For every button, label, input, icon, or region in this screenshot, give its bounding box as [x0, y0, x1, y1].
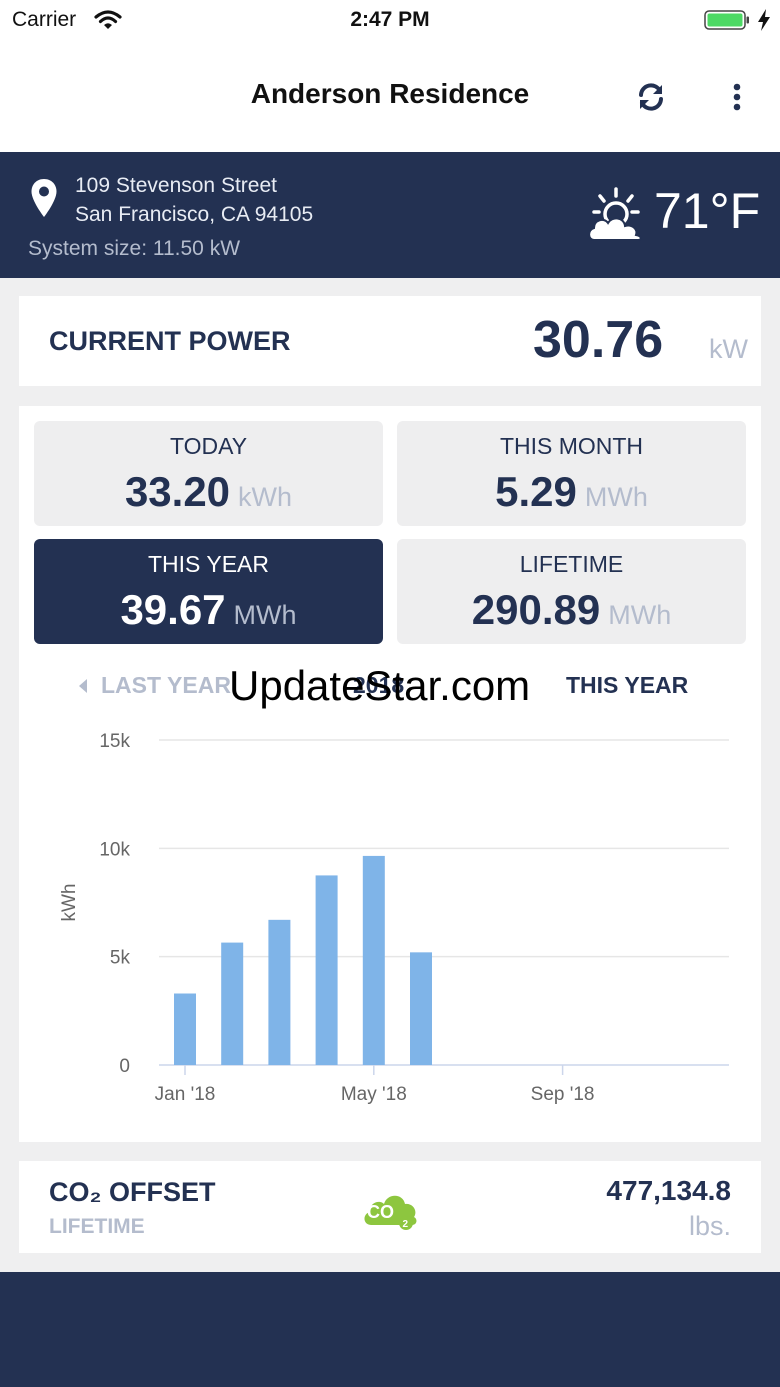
current-power-card: CURRENT POWER 30.76 kW [19, 296, 761, 386]
nav-bar: Anderson Residence [0, 40, 780, 152]
tile-this-year[interactable]: THIS YEAR 39.67 MWh [34, 539, 383, 644]
current-power-label: CURRENT POWER [49, 326, 291, 356]
tile-label: LIFETIME [519, 551, 624, 577]
y-tick-label: 15k [99, 731, 130, 752]
tile-value: 290.89 [471, 586, 601, 633]
location-banner: 109 Stevenson Street San Francisco, CA 9… [0, 152, 780, 278]
tile-unit: MWh [608, 600, 672, 630]
address-line-1: 109 Stevenson Street [75, 174, 277, 197]
chart-bar [315, 875, 338, 1065]
x-tick-label: Jan '18 [155, 1084, 216, 1105]
temperature: 71°F [654, 183, 761, 239]
this-year-button[interactable]: THIS YEAR [566, 672, 688, 699]
status-time: 2:47 PM [350, 8, 430, 31]
tile-today[interactable]: TODAY 33.20 kWh [34, 421, 383, 526]
refresh-button[interactable] [632, 78, 670, 116]
y-tick-label: 5k [110, 948, 131, 969]
chart-bar [362, 855, 385, 1065]
tile-unit: MWh [233, 600, 297, 630]
tile-unit: MWh [584, 482, 648, 512]
y-tick-label: 10k [99, 839, 130, 860]
energy-stats-card: TODAY 33.20 kWh THIS MONTH 5.29 MWh THIS Y… [19, 406, 761, 1142]
co2-offset-label: CO₂ OFFSET [49, 1177, 216, 1207]
x-tick-label: Sep '18 [531, 1084, 595, 1105]
current-power-unit: kW [709, 334, 748, 364]
co2-offset-card: CO₂ OFFSET LIFETIME CO 2 477,134.8 lbs. [19, 1161, 761, 1253]
chart-bar [410, 952, 432, 1065]
footer-bar [0, 1272, 780, 1387]
y-axis-label: kWh [59, 884, 80, 922]
current-power-value: 30.76 [533, 311, 664, 369]
co2-icon-subscript: 2 [403, 1219, 409, 1230]
refresh-icon [639, 83, 663, 111]
last-year-button[interactable]: LAST YEAR [101, 672, 231, 699]
tile-this-month[interactable]: THIS MONTH 5.29 MWh [397, 421, 746, 526]
tile-unit: kWh [238, 482, 293, 512]
more-options-button[interactable] [722, 78, 752, 116]
co2-offset-unit: lbs. [688, 1211, 731, 1241]
more-vertical-icon [733, 83, 741, 111]
chevron-left-icon[interactable] [77, 678, 89, 694]
tile-value: 33.20 [124, 468, 231, 515]
tile-value: 39.67 [120, 586, 226, 633]
location-pin-icon [31, 179, 57, 217]
charging-icon [758, 9, 770, 31]
co2-offset-sublabel: LIFETIME [49, 1215, 145, 1238]
tile-lifetime[interactable]: LIFETIME 290.89 MWh [397, 539, 746, 644]
tile-label: TODAY [169, 433, 248, 459]
tile-label: THIS MONTH [499, 433, 644, 459]
battery-icon [704, 10, 749, 30]
system-size: System size: 11.50 kW [28, 237, 241, 260]
chart-bar [268, 919, 291, 1065]
chart-bar [221, 942, 244, 1065]
co2-cloud-icon: CO 2 [364, 1195, 417, 1230]
x-tick-label: May '18 [341, 1084, 407, 1105]
status-bar: Carrier 2:47 PM [0, 0, 780, 40]
co2-offset-value: 477,134.8 [606, 1175, 731, 1206]
production-bar-chart: 0 5k 10k 15k kWh Jan '18 May '18 Sep '18 [59, 731, 729, 1105]
year-navigation: LAST YEAR 2018 THIS YEAR [19, 670, 761, 704]
partly-cloudy-icon [588, 187, 642, 241]
address-line-2: San Francisco, CA 94105 [75, 203, 314, 226]
y-tick-label: 0 [119, 1056, 130, 1077]
year-label: 2018 [353, 672, 405, 698]
tile-label: THIS YEAR [148, 551, 269, 577]
co2-icon-text: CO [367, 1202, 394, 1222]
tile-value: 5.29 [495, 468, 577, 515]
chart-bar [174, 993, 196, 1065]
